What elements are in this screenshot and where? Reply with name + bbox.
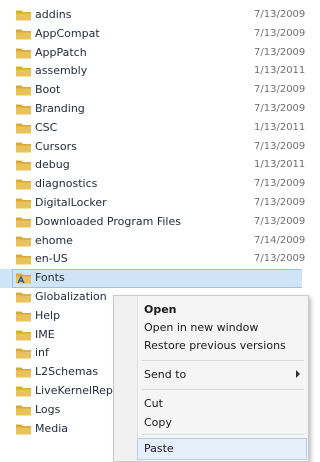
folder-name: Branding [35,102,85,115]
folder-icon [16,254,31,265]
menu-item-send-to[interactable]: Send to [138,365,306,385]
folder-name: L2Schemas [35,365,99,379]
folder-name: DigitalLocker [35,196,107,209]
folder-row[interactable]: AppCompat 7/13/2009 [0,25,306,44]
folder-date: 7/14/2009 [254,234,306,246]
folder-date: 7/13/2009 [254,46,306,58]
folder-icon [16,292,31,303]
folder-icon [16,142,31,153]
folder-icon [16,48,31,59]
context-menu: Open Open in new window Restore previous… [113,295,309,462]
folder-icon [16,66,31,77]
folder-row[interactable]: DigitalLocker 7/13/2009 [0,194,306,213]
folder-icon [16,367,31,378]
folder-name: Media [35,421,69,435]
folder-row[interactable]: Branding 7/13/2009 [0,100,306,119]
menu-item-restore-previous-versions[interactable]: Restore previous versions [138,336,306,356]
folder-icon [16,104,31,115]
folder-icon [16,330,31,341]
menu-item-restore-previous-versions-label: Restore previous versions [144,339,286,352]
menu-item-open[interactable]: Open [138,300,306,320]
menu-item-open-new-window[interactable]: Open in new window [138,318,306,338]
menu-separator [142,434,304,435]
folder-row[interactable]: CSC 1/13/2011 [0,119,306,138]
folder-date: 7/13/2009 [254,27,306,39]
folder-icon [16,386,31,397]
folder-row[interactable]: debug 1/13/2011 [0,156,306,175]
folder-icon [16,273,31,284]
menu-separator [142,360,304,361]
folder-name: Cursors [35,139,77,153]
folder-row[interactable]: Cursors 7/13/2009 [0,138,306,157]
folder-name: addins [35,8,72,21]
menu-item-open-label: Open [144,303,177,316]
folder-icon [16,10,31,21]
folder-name: AppCompat [35,26,100,40]
folder-date: 7/13/2009 [254,103,306,114]
folder-row[interactable]: Boot 7/13/2009 [0,81,306,100]
folder-icon [16,424,31,435]
folder-name: Help [35,308,61,322]
folder-name: LiveKernelRep [35,384,113,397]
folder-icon [16,179,31,190]
folder-date: 7/13/2009 [254,9,306,20]
folder-row[interactable]: ehome 7/14/2009 [0,232,306,251]
folder-row[interactable]: en-US 7/13/2009 [0,250,306,269]
folder-name: IME [35,327,55,341]
folder-date: 7/13/2009 [254,253,306,265]
folder-date: 7/13/2009 [254,84,306,96]
folder-name: CSC [35,120,58,134]
menu-item-cut-label: Cut [144,397,163,410]
folder-row[interactable]: diagnostics 7/13/2009 [0,175,306,194]
folder-name: Downloaded Program Files [35,214,181,228]
menu-item-paste[interactable]: Paste [137,438,307,460]
folder-name: Logs [35,402,61,416]
menu-item-copy[interactable]: Copy [138,413,306,433]
menu-item-paste-label: Paste [144,442,174,455]
folder-row[interactable]: AppPatch 7/13/2009 [0,44,306,63]
folder-icon [16,29,31,40]
menu-item-send-to-label: Send to [144,368,187,381]
folder-name: assembly [35,64,88,78]
folder-date: 1/13/2011 [254,121,306,133]
folder-name: AppPatch [35,45,87,59]
folder-icon [16,348,31,359]
folder-name: en-US [35,252,68,266]
menu-item-open-new-window-label: Open in new window [144,321,259,334]
folder-row[interactable]: assembly 1/13/2011 [0,62,306,81]
folder-name: Fonts [35,271,65,285]
menu-item-copy-label: Copy [144,416,172,429]
menu-item-cut[interactable]: Cut [138,394,306,414]
folder-date: 7/13/2009 [254,140,306,152]
folder-row[interactable]: Downloaded Program Files 7/13/2009 [0,213,306,232]
folder-icon [16,236,31,247]
folder-date: 7/13/2009 [254,197,306,208]
folder-date: 1/13/2011 [254,159,306,171]
folder-row[interactable]: addins 7/13/2009 [0,6,306,25]
folder-icon [16,123,31,134]
submenu-arrow-icon [296,370,300,378]
folder-icon [16,160,31,171]
folder-row[interactable]: Fonts [0,269,302,289]
folder-icon [16,217,31,228]
folder-name: inf [35,346,49,360]
context-menu-gutter [114,296,138,461]
folder-icon [16,405,31,416]
folder-name: debug [35,158,70,172]
folder-name: Boot [35,83,61,97]
menu-separator [142,389,304,390]
folder-icon [16,311,31,322]
folder-date: 1/13/2011 [254,65,306,77]
folder-date: 7/13/2009 [254,178,306,190]
folder-name: diagnostics [35,177,98,191]
folder-icon [16,198,31,209]
folder-name: ehome [35,233,73,247]
folder-icon [16,85,31,96]
folder-date: 7/13/2009 [254,215,306,227]
folder-name: Globalization [35,290,107,303]
